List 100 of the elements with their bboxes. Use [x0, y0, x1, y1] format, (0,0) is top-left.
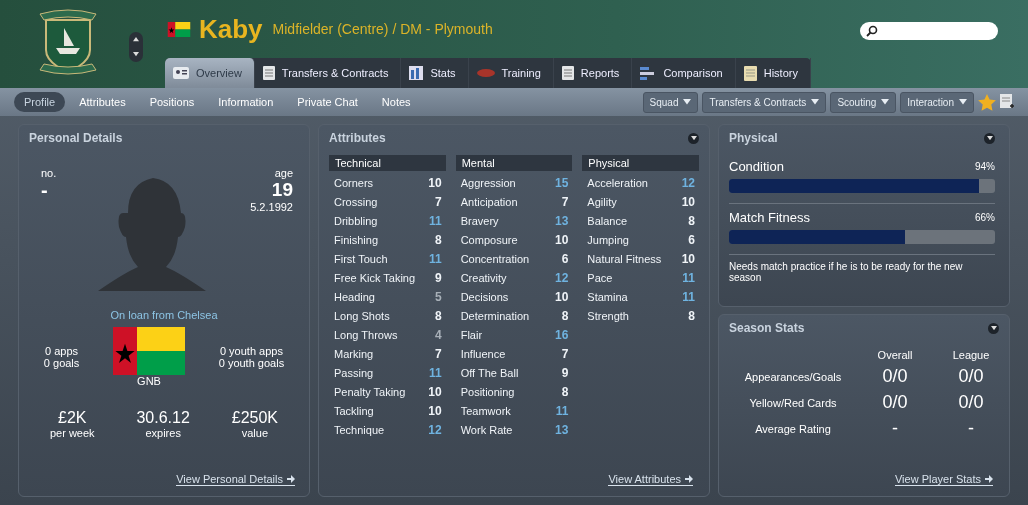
subnav-tab[interactable]: Profile: [14, 92, 66, 112]
attribute-value: 8: [561, 308, 569, 323]
attribute-value: 7: [561, 194, 569, 209]
nation-code: GNB: [137, 375, 161, 387]
attribute-value: 11: [682, 289, 695, 304]
attribute-value: 11: [555, 403, 569, 418]
attribute-name: Flair: [460, 328, 483, 341]
star-icon[interactable]: [978, 93, 996, 111]
dropdown-menu-button[interactable]: Scouting: [830, 91, 897, 113]
attribute-value: 4: [435, 327, 442, 342]
attribute-value: 6: [688, 232, 695, 247]
attribute-name: Anticipation: [460, 195, 518, 208]
attribute-name: Free Kick Taking: [334, 271, 416, 284]
player-name: Kaby: [199, 13, 263, 45]
attribute-value: 10: [555, 232, 569, 247]
view-personal-details-link[interactable]: View Personal Details: [176, 473, 295, 486]
attribute-name: Positioning: [460, 385, 515, 398]
attribute-name: Long Throws: [334, 328, 398, 341]
panel-title: Personal Details: [29, 131, 123, 145]
table-cell-text: 0/0: [957, 366, 985, 387]
number-value: -: [41, 179, 49, 202]
attribute-value: 10: [428, 384, 442, 399]
attribute-value: 8: [688, 213, 695, 228]
table-cell-text: 0/0: [881, 366, 909, 387]
dropdown-icon[interactable]: [984, 132, 995, 144]
table-cell-text: -: [967, 418, 975, 439]
dropdown-menu-button[interactable]: Squad: [642, 91, 699, 113]
scroll-icon: [743, 65, 757, 81]
attribute-name: Influence: [460, 347, 506, 360]
youth-goals-count: 0 youth goals: [218, 357, 285, 369]
player-switch-arrows[interactable]: [129, 32, 143, 62]
attribute-name: Technique: [334, 423, 385, 436]
tab-label: History: [763, 67, 798, 79]
attribute-value: 8: [435, 308, 442, 323]
stat-value: 30.6.12: [136, 409, 190, 427]
row-label: Appearances/Goals: [743, 370, 843, 383]
attribute-value: 12: [681, 175, 695, 190]
tab[interactable]: Overview: [165, 58, 255, 88]
stat-value: £250K: [231, 409, 278, 427]
table-cell-text: 0/0: [881, 392, 909, 413]
attribute-value: 7: [561, 346, 569, 361]
attribute-value: 11: [429, 251, 442, 266]
attribute-name: Creativity: [460, 271, 507, 284]
number-label: no.: [41, 167, 57, 179]
table-cell-text: 0/0: [957, 392, 985, 413]
attribute-name: Jumping: [587, 233, 629, 246]
attribute-value: 13: [555, 422, 569, 437]
dropdown-menu-button[interactable]: Interaction: [900, 91, 974, 113]
dropdown-menu-button[interactable]: Transfers & Contracts: [702, 91, 827, 113]
attribute-value: 12: [555, 270, 569, 285]
subnav-tab[interactable]: Information: [208, 92, 284, 112]
arrow-icon: [287, 475, 295, 483]
attribute-name: Aggression: [460, 176, 516, 189]
attribute-value: 12: [428, 422, 442, 437]
attribute-value: 16: [555, 327, 569, 342]
view-player-stats-link[interactable]: View Player Stats: [895, 473, 993, 486]
panel-title: Season Stats: [729, 321, 805, 335]
subnav-tab[interactable]: Positions: [139, 92, 205, 112]
search-field[interactable]: [860, 22, 998, 40]
attribute-name: Decisions: [460, 290, 509, 303]
comparison-icon: [640, 66, 657, 80]
fitness-note: Needs match practice if he is to be ready for the new season: [729, 261, 964, 283]
caret-icon: [811, 99, 820, 105]
attribute-group-header: Technical: [329, 155, 446, 171]
tab-label: Overview: [196, 67, 242, 79]
column-header: Overall: [876, 349, 914, 361]
tab-label: Training: [501, 67, 541, 79]
tab-label: Reports: [580, 67, 620, 79]
age-value: 19: [270, 179, 293, 201]
attribute-value: 10: [428, 175, 442, 190]
attribute-name: Stamina: [587, 290, 628, 303]
view-attributes-link[interactable]: View Attributes: [608, 473, 693, 486]
age-label: age: [273, 167, 293, 179]
birth-date: 5.2.1992: [250, 201, 293, 213]
dropdown-icon[interactable]: [988, 322, 999, 334]
meter-label: Condition: [729, 159, 784, 174]
attribute-value: 10: [428, 403, 442, 418]
tab-label: Stats: [430, 67, 456, 79]
attribute-value: 5: [435, 289, 442, 304]
attribute-name: Long Shots: [334, 309, 390, 322]
column-header: League: [951, 349, 991, 361]
row-label: Yellow/Red Cards: [748, 396, 838, 409]
table-cell-text: -: [891, 418, 899, 439]
attribute-name: Marking: [334, 347, 374, 360]
caret-icon: [986, 135, 993, 141]
subnav-tab[interactable]: Private Chat: [287, 92, 368, 112]
subnav-tab[interactable]: Attributes: [69, 92, 136, 112]
up-arrow-icon: [133, 37, 139, 42]
attribute-value: 10: [681, 194, 695, 209]
attribute-name: Composure: [460, 233, 518, 246]
ball-icon: [476, 68, 495, 78]
subnav-tab[interactable]: Notes: [371, 92, 421, 112]
attribute-name: Dribbling: [334, 214, 378, 227]
attribute-value: 13: [555, 213, 569, 228]
goals-count: 0 goals: [43, 357, 80, 369]
dropdown-icon[interactable]: [688, 132, 699, 144]
stat-label: value: [240, 427, 270, 439]
search-icon: [866, 25, 878, 37]
add-note-icon[interactable]: [1000, 94, 1014, 110]
document-icon: [262, 66, 275, 80]
